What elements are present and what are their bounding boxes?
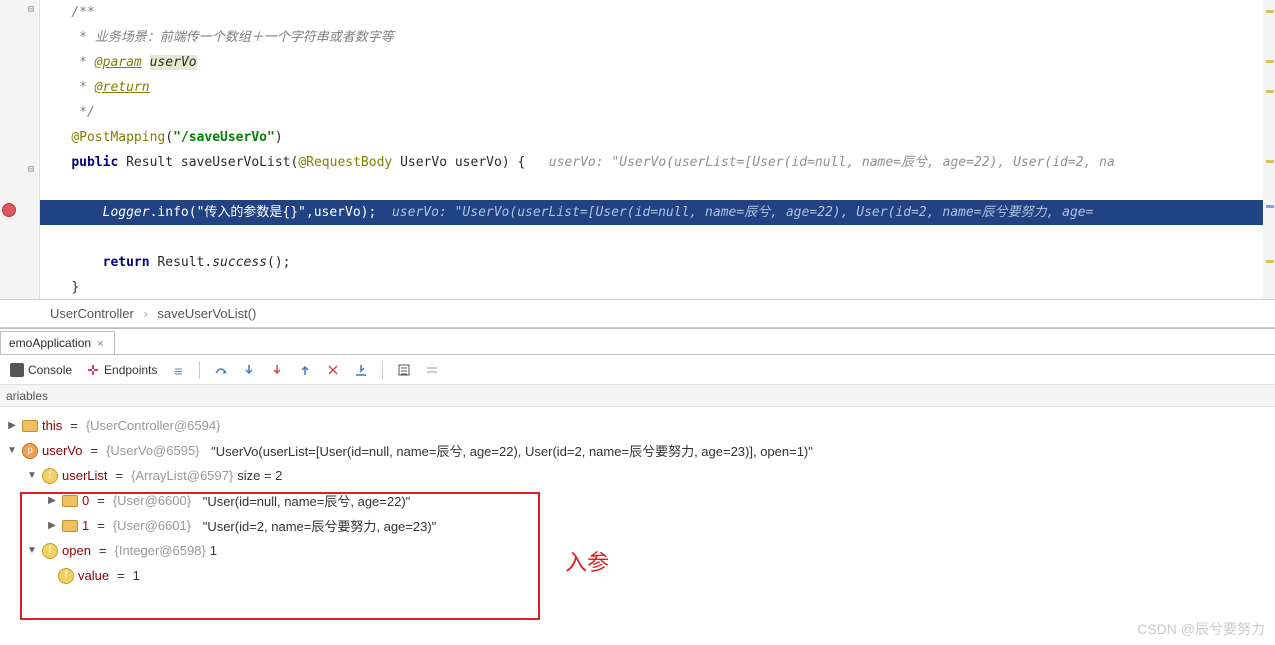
element-icon bbox=[62, 520, 78, 532]
var-open[interactable]: ▼ f open={Integer@6598} 1 bbox=[6, 538, 1275, 563]
breadcrumb-method[interactable]: saveUserVoList() bbox=[157, 306, 256, 321]
field-icon: f bbox=[42, 468, 58, 484]
chevron-right-icon[interactable]: ▶ bbox=[46, 495, 58, 506]
run-to-cursor-icon[interactable] bbox=[354, 363, 368, 377]
chevron-down-icon[interactable]: ▼ bbox=[26, 545, 38, 556]
debug-tabs: emoApplication × bbox=[0, 329, 1275, 355]
javadoc-tag: @param bbox=[95, 55, 142, 70]
annotation-label: 入参 bbox=[565, 545, 609, 577]
type: UserVo bbox=[400, 155, 447, 170]
param: userVo bbox=[455, 155, 502, 170]
field-icon: f bbox=[58, 568, 74, 584]
watermark: CSDN @辰兮要努力 bbox=[1137, 619, 1265, 639]
type: Result bbox=[126, 155, 173, 170]
console-tab[interactable]: Console bbox=[10, 363, 72, 377]
keyword: public bbox=[71, 155, 118, 170]
string-literal: "/saveUserVo" bbox=[173, 130, 275, 145]
brace: } bbox=[71, 280, 79, 295]
endpoints-icon bbox=[86, 363, 100, 377]
var-userlist[interactable]: ▼ f userList={ArrayList@6597} size = 2 bbox=[6, 463, 1275, 488]
current-execution-line: Logger.info("传入的参数是{}",userVo); userVo: … bbox=[40, 200, 1263, 225]
endpoints-tab[interactable]: Endpoints bbox=[86, 363, 157, 377]
error-stripe[interactable] bbox=[1263, 0, 1275, 299]
evaluate-icon[interactable] bbox=[397, 363, 411, 377]
method-name: saveUserVoList bbox=[181, 155, 291, 170]
layout-icon[interactable]: ≡ bbox=[171, 363, 185, 377]
trace-icon[interactable] bbox=[425, 363, 439, 377]
close-icon[interactable]: × bbox=[97, 338, 103, 350]
object-icon bbox=[22, 420, 38, 432]
chevron-right-icon[interactable]: ▶ bbox=[46, 520, 58, 531]
var-userlist-0[interactable]: ▶ 0={User@6600} "User(id=null, name=辰兮, … bbox=[6, 488, 1275, 513]
keyword: return bbox=[103, 255, 150, 270]
element-icon bbox=[62, 495, 78, 507]
javadoc-tag: @return bbox=[95, 80, 150, 95]
console-icon bbox=[10, 363, 24, 377]
annotation: @PostMapping bbox=[71, 130, 165, 145]
debug-panel: emoApplication × Console Endpoints ≡ aria… bbox=[0, 328, 1275, 594]
separator bbox=[199, 361, 200, 379]
breadcrumb[interactable]: UserController › saveUserVoList() bbox=[0, 300, 1275, 328]
drop-frame-icon[interactable] bbox=[326, 363, 340, 377]
field-icon: f bbox=[42, 543, 58, 559]
param-icon: p bbox=[22, 443, 38, 459]
comment: * 业务场景：前端传一个数组＋一个字符串或者数字等 bbox=[71, 30, 393, 45]
var-open-value[interactable]: f value=1 bbox=[6, 563, 1275, 588]
step-over-icon[interactable] bbox=[214, 363, 228, 377]
comment: /** bbox=[71, 5, 94, 20]
chevron-right-icon: › bbox=[143, 306, 147, 321]
var-userlist-1[interactable]: ▶ 1={User@6601} "User(id=2, name=辰兮要努力, … bbox=[6, 513, 1275, 538]
comment: */ bbox=[71, 105, 94, 120]
var-uservo[interactable]: ▼ p userVo={UserVo@6595} "UserVo(userLis… bbox=[6, 438, 1275, 463]
chevron-right-icon[interactable]: ▶ bbox=[6, 420, 18, 431]
var-this[interactable]: ▶ this={UserController@6594} bbox=[6, 413, 1275, 438]
separator bbox=[382, 361, 383, 379]
inlay-hint: userVo: "UserVo(userList=[User(id=null, … bbox=[392, 205, 1093, 220]
force-step-into-icon[interactable] bbox=[270, 363, 284, 377]
code-editor[interactable]: ⊟ ⊟ /** * 业务场景：前端传一个数组＋一个字符串或者数字等 * @par… bbox=[0, 0, 1275, 300]
debug-toolbar: Console Endpoints ≡ bbox=[0, 355, 1275, 385]
tab-label: emoApplication bbox=[9, 336, 91, 350]
step-out-icon[interactable] bbox=[298, 363, 312, 377]
chevron-down-icon[interactable]: ▼ bbox=[26, 470, 38, 481]
breakpoint-icon[interactable] bbox=[2, 203, 16, 217]
inlay-hint: userVo: "UserVo(userList=[User(id=null, … bbox=[549, 155, 1115, 170]
javadoc-param: userVo bbox=[150, 55, 197, 70]
breadcrumb-class[interactable]: UserController bbox=[50, 306, 134, 321]
step-into-icon[interactable] bbox=[242, 363, 256, 377]
gutter: ⊟ ⊟ bbox=[0, 0, 40, 299]
annotation: @RequestBody bbox=[298, 155, 392, 170]
variables-tree[interactable]: ▶ this={UserController@6594} ▼ p userVo=… bbox=[0, 407, 1275, 594]
debug-tab-application[interactable]: emoApplication × bbox=[0, 331, 115, 354]
code-lines: /** * 业务场景：前端传一个数组＋一个字符串或者数字等 * @param u… bbox=[40, 0, 1263, 300]
variables-header: ariables bbox=[0, 385, 1275, 407]
chevron-down-icon[interactable]: ▼ bbox=[6, 445, 18, 456]
